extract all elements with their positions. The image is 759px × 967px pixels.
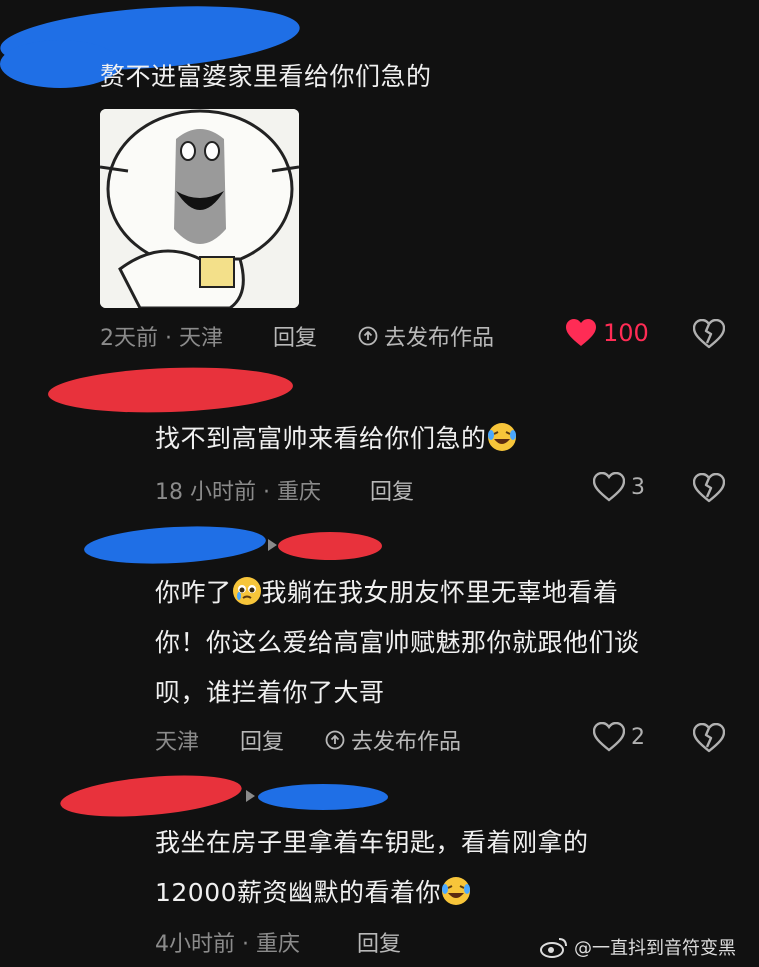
like-button[interactable]: 2 — [593, 722, 645, 752]
pleading-emoji — [232, 577, 261, 605]
broken-heart-icon[interactable] — [693, 723, 725, 753]
publish-icon — [325, 730, 345, 750]
publish-work-button[interactable]: 去发布作品 — [325, 724, 461, 756]
comment-time-location: 4小时前 · 重庆 — [155, 932, 300, 957]
reply-comment-text: 你咋了 我躺在我女朋友怀里无辜地看着 你！你这么爱给高富帅赋魅那你就跟他们谈 呗，… — [155, 568, 735, 718]
laughing-crying-emoji — [442, 877, 471, 905]
redacted-username-3 — [83, 522, 267, 568]
reply-comment-text: 我坐在房子里拿着车钥匙，看着刚拿的 12000薪资幽默的看着你 — [155, 818, 735, 918]
weibo-logo — [540, 938, 567, 958]
like-count: 3 — [631, 474, 645, 500]
publish-label: 去发布作品 — [351, 730, 462, 755]
heart-outline-icon — [593, 472, 625, 502]
like-count: 100 — [603, 319, 649, 347]
redacted-username-3b — [278, 532, 382, 560]
reply-text-fragment: 你咋了 — [155, 578, 232, 607]
reply-button[interactable]: 回复 — [357, 926, 401, 958]
like-button[interactable]: 100 — [565, 318, 649, 348]
reply-comment-text: 找不到高富帅来看给你们急的 — [155, 414, 517, 464]
like-button[interactable]: 3 — [593, 472, 645, 502]
reply-text-fragment: 我躺在我女朋友怀里无辜地看着 — [261, 578, 619, 607]
comment-time-location: 18 小时前 · 重庆 — [155, 480, 321, 505]
publish-label: 去发布作品 — [384, 326, 495, 351]
reply-arrow-icon — [246, 790, 255, 802]
meme-sticker-drawing — [100, 109, 299, 308]
reply-text-line-2: 你！你这么爱给高富帅赋魅那你就跟他们谈 — [155, 628, 640, 657]
laughing-crying-emoji — [487, 423, 516, 451]
watermark: @一直抖到音符变黑 — [540, 934, 736, 960]
comment-time-location: 天津 — [155, 730, 200, 755]
reply-text-line-2: 12000薪资幽默的看着你 — [155, 878, 442, 907]
reply-text-line-1: 你咋了 我躺在我女朋友怀里无辜地看着 — [155, 568, 735, 618]
heart-filled-icon — [566, 319, 596, 346]
reply-text: 找不到高富帅来看给你们急的 — [155, 424, 487, 453]
publish-icon — [358, 326, 378, 346]
redacted-username-2 — [47, 363, 294, 417]
reply-text-line-3: 呗，谁拦着你了大哥 — [155, 678, 385, 707]
comment-time-location: 2天前 · 天津 — [100, 326, 223, 351]
watermark-text: @一直抖到音符变黑 — [574, 938, 736, 959]
redacted-username-4b — [258, 784, 388, 810]
reply-arrow-icon — [268, 539, 277, 551]
reply-button[interactable]: 回复 — [370, 474, 414, 506]
broken-heart-icon[interactable] — [693, 473, 725, 503]
comment-text: 赘不进富婆家里看给你们急的 — [100, 62, 432, 91]
heart-outline-icon — [593, 722, 625, 752]
reply-button[interactable]: 回复 — [240, 724, 284, 756]
redacted-username-4 — [58, 769, 244, 823]
broken-heart-icon[interactable] — [693, 319, 725, 349]
meme-sticker-image[interactable] — [100, 109, 299, 308]
reply-button[interactable]: 回复 — [273, 320, 317, 352]
publish-work-button[interactable]: 去发布作品 — [358, 320, 494, 352]
reply-text-line-1: 我坐在房子里拿着车钥匙，看着刚拿的 — [155, 828, 589, 857]
reply-text-line-2-wrap: 12000薪资幽默的看着你 — [155, 868, 735, 918]
like-count: 2 — [631, 724, 645, 750]
